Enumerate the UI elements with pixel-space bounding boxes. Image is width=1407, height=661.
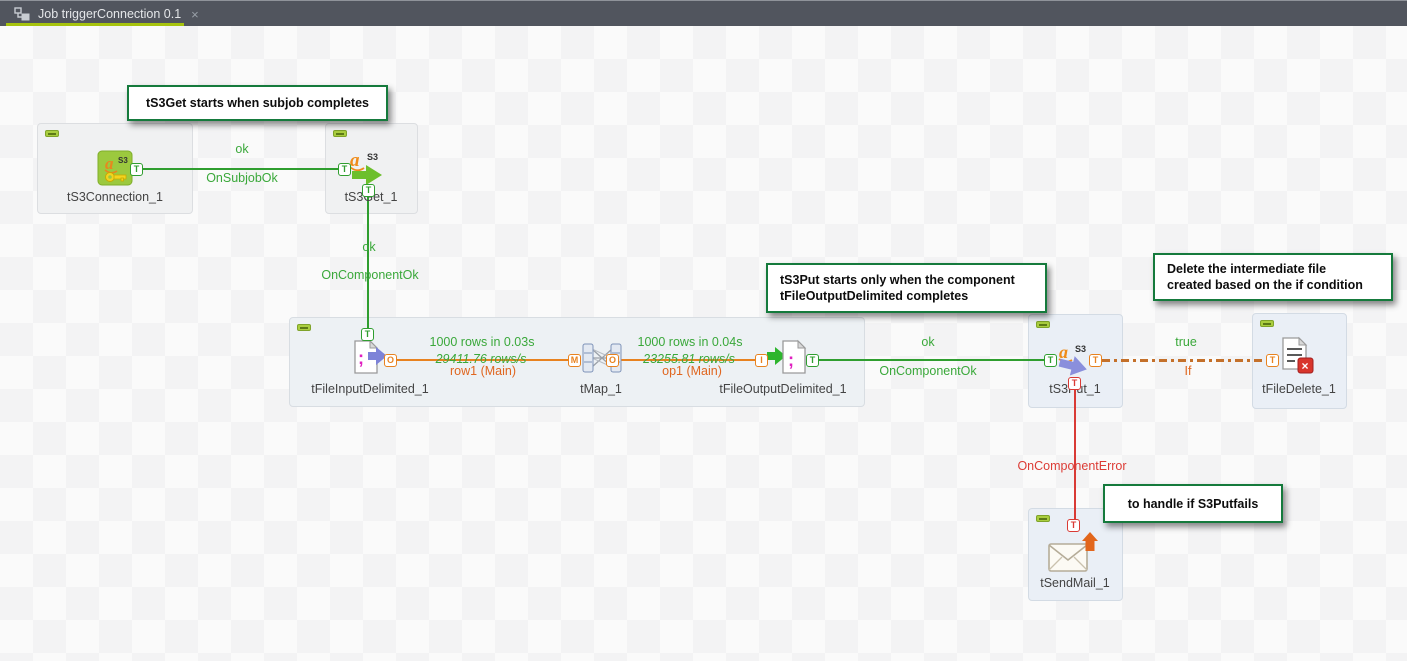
tsendmail-icon[interactable] — [1046, 531, 1102, 575]
svg-text:S3: S3 — [118, 156, 128, 165]
svg-text:S3: S3 — [1075, 344, 1086, 354]
component-label[interactable]: tSendMail_1 — [1040, 576, 1110, 590]
map-in-anchor[interactable]: M — [568, 354, 581, 367]
collapse-chip[interactable] — [333, 130, 347, 137]
note-text: tFileOutputDelimited completes — [780, 289, 969, 303]
link-name-label: op1 (Main) — [662, 364, 722, 378]
trigger-anchor[interactable]: T — [130, 163, 143, 176]
link-status-label: true — [1175, 335, 1197, 349]
output-anchor[interactable]: O — [384, 354, 397, 367]
collapse-chip[interactable] — [1036, 321, 1050, 328]
trigger-anchor[interactable]: T — [1266, 354, 1279, 367]
trigger-anchor[interactable]: T — [1067, 519, 1080, 532]
component-label[interactable]: tFileOutputDelimited_1 — [719, 382, 846, 396]
link-type-label: OnComponentError — [1017, 459, 1127, 473]
input-anchor[interactable]: I — [755, 354, 768, 367]
link-status-label: ok — [921, 335, 935, 349]
collapse-chip[interactable] — [45, 130, 59, 137]
link-type-label: OnSubjobOk — [206, 171, 278, 185]
trigger-anchor[interactable]: T — [1068, 377, 1081, 390]
trigger-anchor[interactable]: T — [338, 163, 351, 176]
note-s3put[interactable]: tS3Put starts only when the component tF… — [766, 263, 1047, 313]
svg-text:;: ; — [788, 350, 794, 370]
tfiledelete-icon[interactable]: × — [1277, 336, 1317, 376]
link-if[interactable] — [1102, 359, 1266, 362]
link-status-label: ok — [235, 142, 249, 156]
editor-tab-bar: Job triggerConnection 0.1 × — [0, 0, 1407, 27]
link-type-label: If — [1184, 364, 1192, 378]
tab-close-icon[interactable]: × — [191, 7, 199, 22]
link-onsubjobok[interactable] — [143, 168, 340, 170]
link-status-label: ok — [362, 240, 376, 254]
note-text: to handle if S3Putfails — [1127, 496, 1259, 511]
note-text: tS3Put starts only when the component — [780, 273, 1015, 287]
note-filedelete[interactable]: Delete the intermediate file created bas… — [1153, 253, 1393, 301]
note-text: Delete the intermediate file — [1167, 262, 1327, 276]
collapse-chip[interactable] — [297, 324, 311, 331]
svg-text:;: ; — [358, 348, 364, 368]
row-count-label: 1000 rows in 0.03s — [429, 335, 535, 349]
svg-text:×: × — [1302, 359, 1309, 373]
link-name-label: row1 (Main) — [450, 364, 516, 378]
component-label[interactable]: tMap_1 — [580, 382, 622, 396]
tab-title: Job triggerConnection 0.1 — [38, 7, 182, 21]
link-type-label: OnComponentOk — [879, 364, 977, 378]
note-s3get[interactable]: tS3Get starts when subjob completes — [127, 85, 388, 121]
job-design-canvas[interactable]: ok OnSubjobOk ok OnComponentOk 1000 rows… — [0, 26, 1407, 661]
collapse-chip[interactable] — [1260, 320, 1274, 327]
output-anchor[interactable]: O — [606, 354, 619, 367]
link-oncomponentok-1[interactable] — [367, 196, 369, 329]
tfileoutputdelimited-icon[interactable]: ; — [766, 339, 810, 375]
component-label[interactable]: tFileDelete_1 — [1262, 382, 1336, 396]
trigger-anchor[interactable]: T — [361, 328, 374, 341]
trigger-anchor[interactable]: T — [1044, 354, 1057, 367]
collapse-chip[interactable] — [1036, 515, 1050, 522]
ts3connection-icon[interactable]: a S3 — [97, 150, 133, 186]
trigger-anchor[interactable]: T — [362, 184, 375, 197]
link-oncomponenterror[interactable] — [1074, 390, 1076, 521]
job-icon — [14, 7, 30, 21]
trigger-anchor[interactable]: T — [1089, 354, 1102, 367]
note-sendmail[interactable]: to handle if S3Putfails — [1103, 484, 1283, 523]
component-label[interactable]: tS3Connection_1 — [67, 190, 163, 204]
note-text: tS3Get starts when subjob completes — [146, 96, 369, 110]
note-text: created based on the if condition — [1167, 278, 1363, 292]
link-type-label: OnComponentOk — [321, 268, 419, 282]
svg-text:S3: S3 — [367, 152, 378, 162]
trigger-anchor[interactable]: T — [806, 354, 819, 367]
row-count-label: 1000 rows in 0.04s — [637, 335, 743, 349]
link-oncomponentok-2[interactable] — [819, 359, 1044, 361]
component-label[interactable]: tFileInputDelimited_1 — [311, 382, 428, 396]
